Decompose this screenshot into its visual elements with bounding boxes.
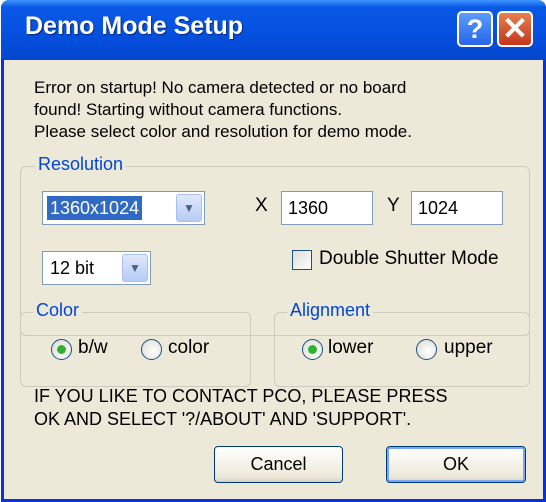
dialog-body: Error on startup! No camera detected or … <box>4 60 543 499</box>
y-label: Y <box>387 195 400 216</box>
alignment-lower-label[interactable]: lower <box>328 337 373 359</box>
contact-line-1: IF YOU LIKE TO CONTACT PCO, PLEASE PRESS <box>34 386 448 406</box>
color-bw-radio[interactable] <box>51 339 72 360</box>
bit-depth-combobox[interactable]: 12 bit ▼ <box>42 251 151 285</box>
cancel-button[interactable]: Cancel <box>214 446 343 483</box>
chevron-down-icon: ▼ <box>183 201 195 215</box>
window-title: Demo Mode Setup <box>25 12 244 40</box>
y-resolution-field[interactable]: 1024 <box>411 191 503 225</box>
error-message-line-2: found! Starting without camera functions… <box>34 100 343 119</box>
demo-mode-dialog: Demo Mode Setup ? ✕ Error on startup! No… <box>1 0 546 502</box>
help-icon: ? <box>466 13 484 44</box>
color-color-label[interactable]: color <box>168 337 209 359</box>
close-button[interactable]: ✕ <box>497 11 533 47</box>
error-message-line-1: Error on startup! No camera detected or … <box>34 78 407 97</box>
title-bar[interactable]: Demo Mode Setup ? ✕ <box>1 0 546 60</box>
contact-line-2: OK AND SELECT '?/ABOUT' AND 'SUPPORT'. <box>34 409 412 429</box>
alignment-group-label: Alignment <box>287 300 374 321</box>
double-shutter-label[interactable]: Double Shutter Mode <box>319 248 499 270</box>
color-color-radio[interactable] <box>141 339 162 360</box>
color-bw-label[interactable]: b/w <box>78 337 108 359</box>
double-shutter-checkbox[interactable] <box>292 250 312 270</box>
color-group-label: Color <box>33 300 83 321</box>
resolution-combobox[interactable]: 1360x1024 ▼ <box>42 191 205 225</box>
alignment-upper-radio[interactable] <box>416 339 437 360</box>
color-group: Color b/w color <box>20 300 251 387</box>
x-label: X <box>255 195 268 216</box>
resolution-dropdown-button[interactable]: ▼ <box>176 194 202 222</box>
ok-button[interactable]: OK <box>386 446 526 483</box>
resolution-group-label: Resolution <box>35 154 127 175</box>
alignment-lower-radio[interactable] <box>302 339 323 360</box>
chevron-down-icon: ▼ <box>129 261 141 275</box>
close-icon: ✕ <box>502 11 528 46</box>
resolution-group: Resolution 1360x1024 ▼ X 1360 Y 1024 12 … <box>20 154 530 336</box>
resolution-combobox-value: 1360x1024 <box>47 196 143 220</box>
bit-depth-combobox-value: 12 bit <box>50 258 95 278</box>
bit-depth-dropdown-button[interactable]: ▼ <box>122 254 148 282</box>
error-message-line-3: Please select color and resolution for d… <box>34 122 412 141</box>
alignment-upper-label[interactable]: upper <box>444 337 493 359</box>
x-resolution-field[interactable]: 1360 <box>281 191 373 225</box>
alignment-group: Alignment lower upper <box>274 300 530 387</box>
help-button[interactable]: ? <box>457 11 493 47</box>
